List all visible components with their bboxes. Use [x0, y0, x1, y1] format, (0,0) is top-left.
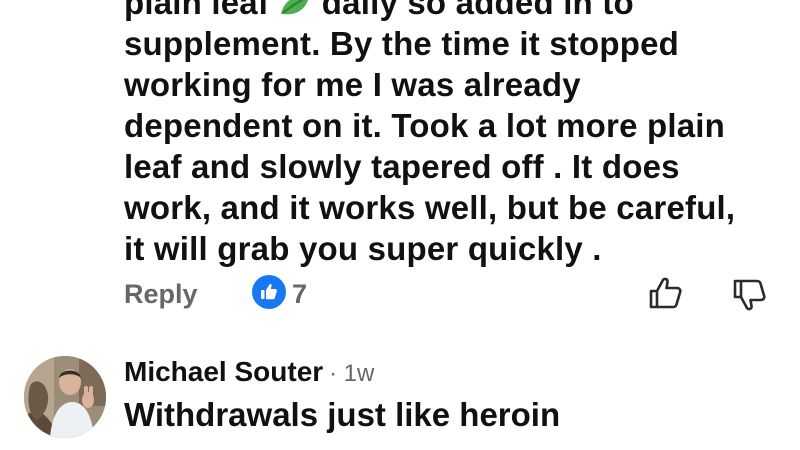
comment-line-7: it will grab you super quickly . [124, 230, 602, 267]
comment-line-6: work, and it works well, but be careful, [124, 189, 736, 226]
avatar[interactable] [24, 356, 106, 438]
comment-text-segment: plain leaf [124, 0, 270, 21]
comment-line-2: supplement. By the time it stopped [124, 25, 680, 62]
comment-text: Withdrawals just like heroin [124, 396, 561, 433]
leaf-icon [278, 0, 312, 15]
thumbs-up-icon [252, 275, 286, 309]
comment-thread: plain leaf daily so added in to suppleme… [0, 0, 800, 450]
thumbs-up-outline-icon[interactable] [648, 275, 684, 311]
thumbs-down-outline-icon[interactable] [732, 277, 768, 313]
like-count: 7 [292, 279, 308, 309]
comment-header: Michael Souter · 1w [124, 356, 374, 392]
comment-line-1: plain leaf daily so added in to [124, 0, 784, 23]
comment-body: plain leaf daily so added in to suppleme… [124, 0, 784, 269]
author-name[interactable]: Michael Souter [124, 356, 323, 387]
timestamp[interactable]: 1w [344, 360, 375, 387]
comment-line-3: working for me I was already [124, 66, 581, 103]
comment-line-5: leaf and slowly tapered off . It does [124, 148, 680, 185]
comment-text-segment: daily so added in to [321, 0, 634, 21]
comment-actions: Reply 7 [124, 275, 784, 315]
comment-line-4: dependent on it. Took a lot more plain [124, 107, 726, 144]
reply-button[interactable]: Reply [124, 279, 198, 310]
separator-dot: · [329, 360, 338, 387]
